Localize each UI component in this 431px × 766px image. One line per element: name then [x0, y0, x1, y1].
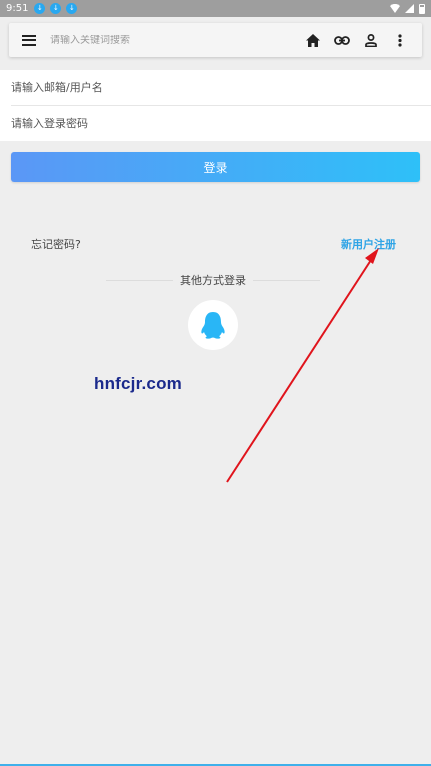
login-button[interactable]: 登录: [11, 152, 420, 182]
link-icon[interactable]: [327, 28, 356, 52]
search-header: [9, 23, 422, 57]
qq-penguin-icon: [201, 312, 225, 339]
signal-icon: [405, 4, 414, 13]
watermark: hnfcjr.com: [94, 374, 182, 393]
menu-icon[interactable]: [22, 34, 36, 46]
search-input[interactable]: [50, 34, 280, 46]
status-bar: 9:51 ↓ ↓ ↓: [0, 0, 431, 17]
divider-line: [106, 279, 173, 281]
password-field-row: [0, 106, 431, 141]
person-icon[interactable]: [356, 28, 385, 52]
header-actions: [298, 28, 414, 52]
status-indicators: [390, 3, 425, 14]
login-form: [0, 70, 431, 141]
email-field[interactable]: [0, 70, 431, 105]
wifi-icon: [390, 4, 400, 13]
download-icon: ↓: [50, 3, 62, 14]
download-icon: ↓: [34, 3, 46, 14]
forgot-password-link[interactable]: 忘记密码?: [31, 236, 81, 252]
battery-icon: [419, 3, 425, 14]
divider-line: [253, 279, 320, 281]
email-field-row: [0, 70, 431, 105]
status-time: 9:51: [6, 3, 29, 14]
other-login-label: 其他方式登录: [180, 274, 246, 287]
password-field[interactable]: [0, 106, 431, 141]
register-link[interactable]: 新用户注册: [341, 236, 396, 252]
other-login-divider: 其他方式登录: [106, 271, 320, 289]
qq-login-button[interactable]: [188, 300, 238, 350]
download-icon: ↓: [66, 3, 78, 14]
home-icon[interactable]: [298, 28, 327, 52]
more-vert-icon[interactable]: [385, 28, 414, 52]
